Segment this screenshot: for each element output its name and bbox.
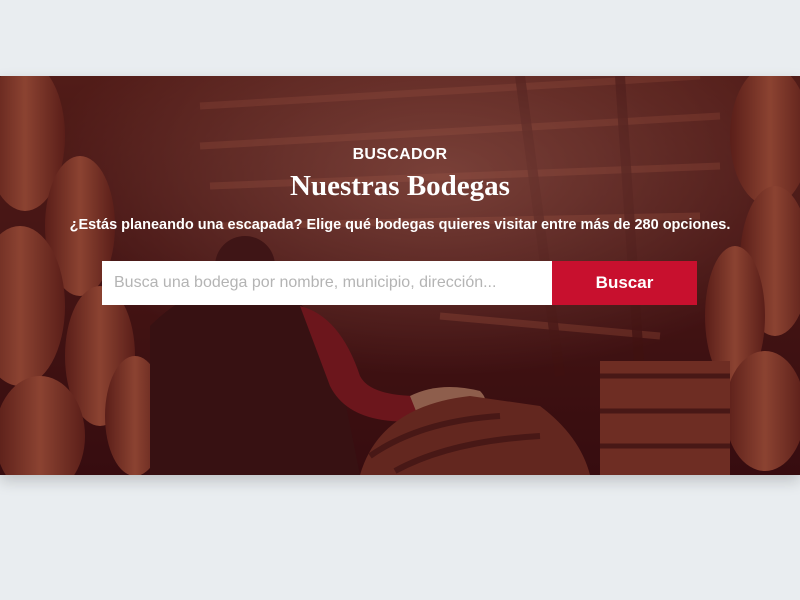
search-button[interactable]: Buscar	[552, 261, 697, 305]
page-subtitle: ¿Estás planeando una escapada? Elige qué…	[69, 217, 731, 233]
hero-banner: BUSCADOR Nuestras Bodegas ¿Estás planean…	[0, 76, 800, 475]
winery-search-form: Buscar	[102, 261, 697, 305]
hero-content: BUSCADOR Nuestras Bodegas ¿Estás planean…	[0, 76, 800, 475]
winery-search-input[interactable]	[102, 261, 552, 305]
section-eyebrow: BUSCADOR	[352, 146, 448, 163]
page-title: Nuestras Bodegas	[290, 170, 510, 202]
